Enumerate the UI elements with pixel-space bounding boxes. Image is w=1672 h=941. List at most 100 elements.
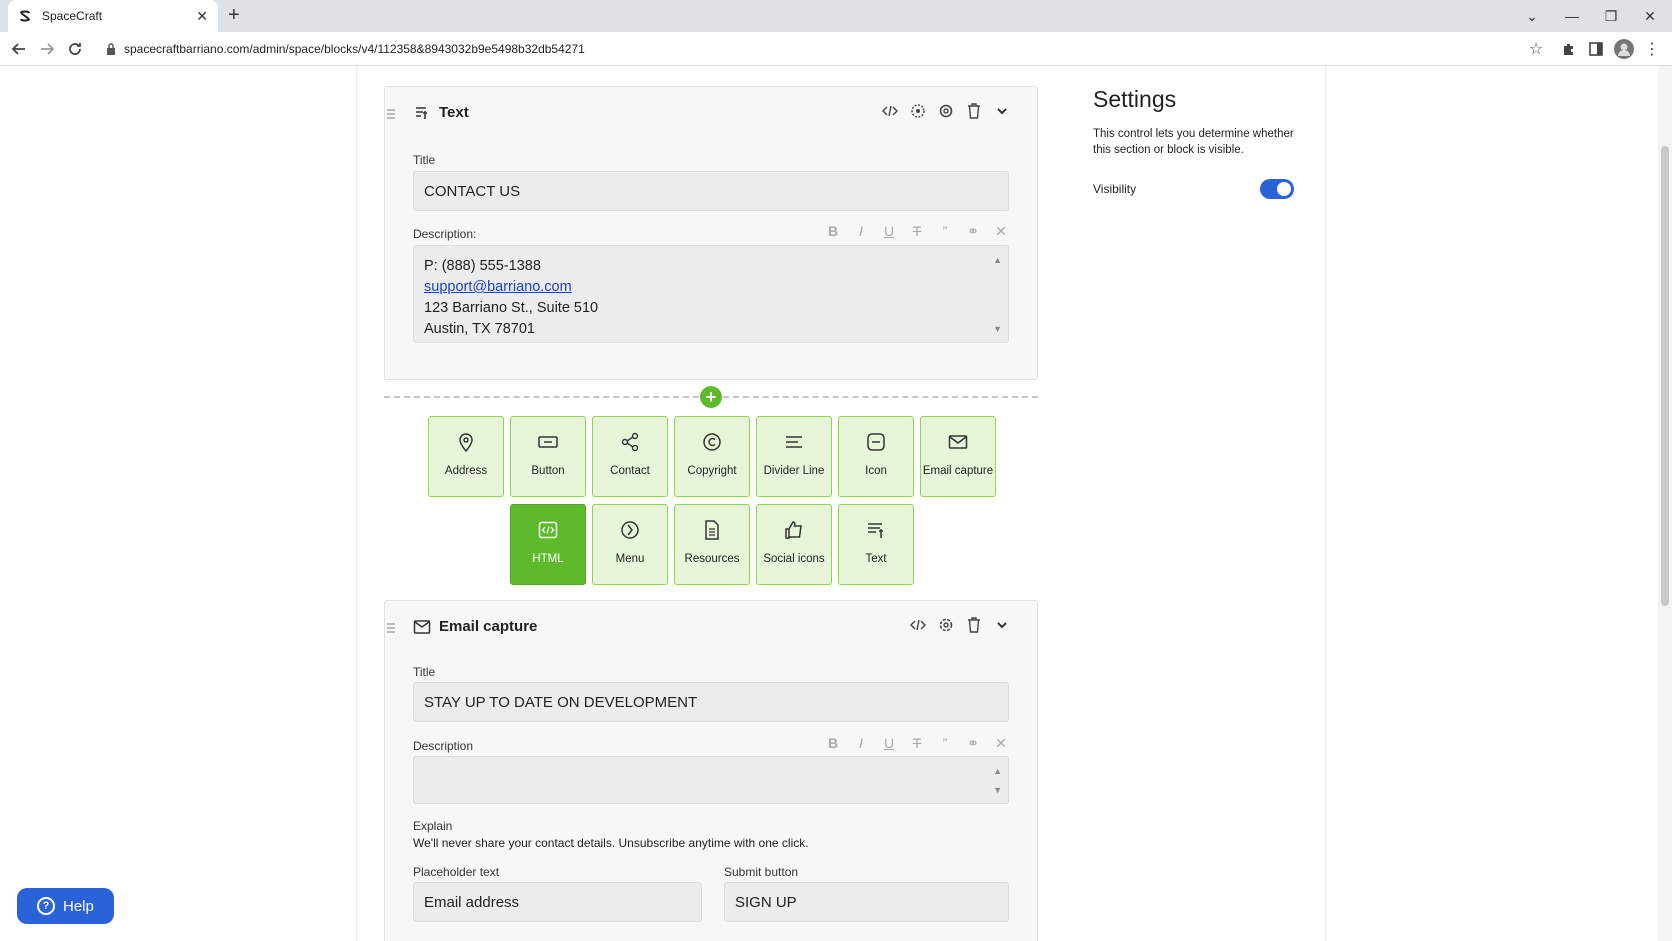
address-bar[interactable]: spacecraftbarriano.com/admin/space/block… <box>96 36 1536 62</box>
italic-icon[interactable]: I <box>853 223 869 240</box>
tile-label: Address <box>444 465 488 477</box>
title-input[interactable]: CONTACT US <box>413 171 1009 211</box>
tile-social-icons[interactable]: Social icons <box>756 504 832 585</box>
drag-handle-icon[interactable] <box>387 109 395 119</box>
page-scrollbar[interactable] <box>1658 66 1672 941</box>
clear-format-icon[interactable]: ✕ <box>993 223 1009 240</box>
envelope-icon <box>413 620 431 634</box>
code-view-icon[interactable] <box>909 616 927 634</box>
email-block-header: Email capture <box>385 601 1037 651</box>
reload-icon[interactable] <box>64 38 86 60</box>
underline-icon[interactable]: U <box>881 223 897 240</box>
divider-lines-icon <box>783 431 805 453</box>
restore-icon[interactable]: ❐ <box>1591 0 1631 32</box>
back-icon[interactable] <box>8 38 30 60</box>
strikethrough-icon[interactable]: T <box>909 223 925 240</box>
rich-text-toolbar: B I U T ” ⚭ ✕ <box>825 223 1009 240</box>
tile-copyright[interactable]: Copyright <box>674 416 750 497</box>
text-block: Text Title CONTACT US Description: B I U… <box>384 86 1038 380</box>
html-code-icon <box>537 519 559 541</box>
title-input[interactable]: STAY UP TO DATE ON DEVELOPMENT <box>413 682 1009 722</box>
new-tab-icon[interactable]: + <box>228 4 240 27</box>
street-line: 123 Barriano St., Suite 510 <box>424 300 599 316</box>
quote-icon[interactable]: ” <box>937 223 953 240</box>
close-window-icon[interactable]: ✕ <box>1630 0 1670 32</box>
tile-menu[interactable]: Menu <box>592 504 668 585</box>
forward-icon[interactable] <box>36 38 58 60</box>
tile-resources[interactable]: Resources <box>674 504 750 585</box>
scroll-up-arrow-icon[interactable]: ▲ <box>993 250 1002 271</box>
extension-icon[interactable] <box>1559 39 1579 59</box>
submit-button-input[interactable]: SIGN UP <box>724 882 1009 922</box>
tile-html[interactable]: HTML <box>510 504 586 585</box>
text-block-title: Text <box>439 104 469 121</box>
scrollbar-thumb[interactable] <box>1661 146 1669 606</box>
visibility-settings-icon[interactable] <box>909 102 927 120</box>
tile-divider-line[interactable]: Divider Line <box>756 416 832 497</box>
strikethrough-icon[interactable]: T <box>909 735 925 752</box>
explain-label: Explain <box>413 819 453 833</box>
map-pin-icon <box>455 431 477 453</box>
bookmark-star-icon[interactable]: ☆ <box>1526 39 1546 59</box>
bold-icon[interactable]: B <box>825 735 841 752</box>
collapse-chevron-icon[interactable] <box>993 616 1011 634</box>
description-label: Description <box>413 739 474 753</box>
underline-icon[interactable]: U <box>881 735 897 752</box>
minimize-icon[interactable]: — <box>1552 0 1592 32</box>
description-editor[interactable]: P: (888) 555-1388 support@barriano.com 1… <box>413 245 1009 343</box>
drag-handle-icon[interactable] <box>387 623 395 633</box>
browser-tab[interactable]: SpaceCraft ✕ <box>8 0 218 32</box>
profile-avatar-icon[interactable] <box>1614 39 1634 59</box>
collapse-chevron-icon[interactable] <box>993 102 1011 120</box>
placeholder-text-label: Placeholder text <box>413 865 500 879</box>
description-label: Description: <box>413 227 477 241</box>
tile-label: HTML <box>532 553 564 565</box>
placeholder-text-input[interactable]: Email address <box>413 882 702 922</box>
description-editor[interactable]: ▲ ▼ <box>413 756 1009 804</box>
link-icon[interactable]: ⚭ <box>965 735 981 752</box>
icon-box-icon <box>865 431 887 453</box>
settings-title: Settings <box>1093 86 1177 112</box>
help-label: Help <box>63 897 94 915</box>
spacecraft-favicon-icon <box>20 10 30 22</box>
settings-description: This control lets you determine whether … <box>1093 128 1294 156</box>
tile-address[interactable]: Address <box>428 416 504 497</box>
italic-icon[interactable]: I <box>853 735 869 752</box>
clear-format-icon[interactable]: ✕ <box>993 735 1009 752</box>
email-block-title: Email capture <box>439 618 538 635</box>
delete-trash-icon[interactable] <box>965 102 983 120</box>
share-nodes-icon <box>619 431 641 453</box>
add-block-button[interactable]: + <box>700 386 722 408</box>
tile-icon[interactable]: Icon <box>838 416 914 497</box>
help-button[interactable]: ? Help <box>17 888 114 924</box>
scroll-up-arrow-icon[interactable]: ▲ <box>993 761 1002 782</box>
scroll-down-arrow-icon[interactable]: ▼ <box>993 319 1002 340</box>
sidebar-panel-icon[interactable] <box>1586 39 1606 59</box>
delete-trash-icon[interactable] <box>965 616 983 634</box>
settings-gear-icon[interactable] <box>937 102 955 120</box>
link-icon[interactable]: ⚭ <box>965 223 981 240</box>
tile-button[interactable]: Button <box>510 416 586 497</box>
title-label: Title <box>413 153 436 167</box>
tab-search-icon[interactable]: ⌄ <box>1512 0 1552 32</box>
tile-label: Social icons <box>763 553 825 565</box>
tile-contact[interactable]: Contact <box>592 416 668 497</box>
browser-menu-icon[interactable]: ⋮ <box>1642 39 1662 59</box>
bold-icon[interactable]: B <box>825 223 841 240</box>
tile-label: Copyright <box>687 465 737 477</box>
tab-close-icon[interactable]: ✕ <box>196 8 208 25</box>
tile-label: Contact <box>610 465 650 477</box>
visibility-toggle[interactable] <box>1260 179 1294 199</box>
tile-text[interactable]: Text <box>838 504 914 585</box>
settings-gear-icon[interactable] <box>937 616 955 634</box>
toggle-knob <box>1277 182 1291 196</box>
thumbs-up-icon <box>783 519 805 541</box>
tile-email-capture[interactable]: Email capture <box>920 416 996 497</box>
code-view-icon[interactable] <box>881 102 899 120</box>
email-link[interactable]: support@barriano.com <box>424 279 572 295</box>
quote-icon[interactable]: ” <box>937 735 953 752</box>
text-block-icon <box>416 107 427 119</box>
scroll-down-arrow-icon[interactable]: ▼ <box>993 780 1002 801</box>
tile-label: Icon <box>865 465 887 477</box>
question-icon: ? <box>37 897 55 915</box>
